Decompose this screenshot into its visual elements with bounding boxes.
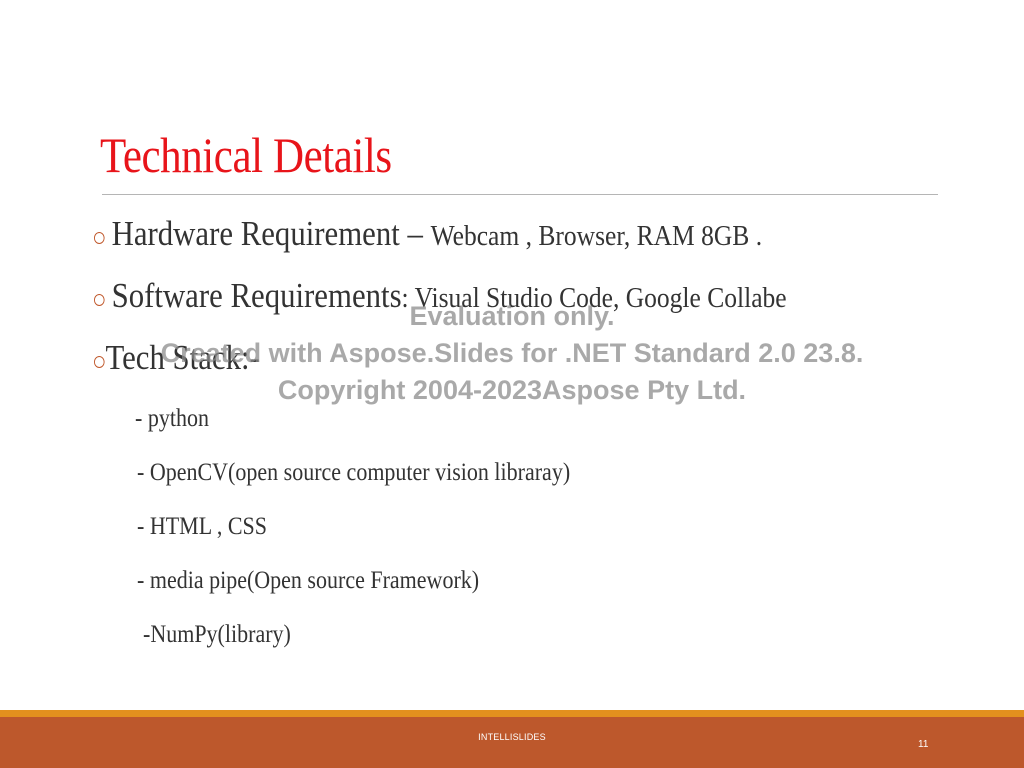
tech-stack-item: - HTML , CSS [137,513,267,540]
circle-bullet-icon [94,232,105,245]
footer-bar [0,717,1024,768]
footer-accent-stripe [0,710,1024,717]
tech-stack-item: - OpenCV(open source computer vision lib… [137,459,571,486]
tech-stack-item: -NumPy(library) [143,621,291,648]
tech-stack-item: - media pipe(Open source Framework) [137,567,480,594]
watermark-line: Created with Aspose.Slides for .NET Stan… [160,338,864,368]
bullet-detail: Webcam , Browser, RAM 8GB . [430,220,763,252]
footer-text: INTELLISLIDES [478,732,546,742]
watermark-line: Copyright 2004-2023Aspose Pty Ltd. [277,375,747,405]
title-divider [102,194,938,195]
watermark-line: Evaluation only. [409,301,615,331]
tech-stack-item: - python [135,405,209,432]
bullet-separator: – [399,214,431,253]
page-number: 11 [918,739,929,750]
slide-title: Technical Details [100,127,392,183]
slide: Technical Details Hardware Requirement –… [0,0,1024,768]
bullet-hardware: Hardware Requirement – Webcam , Browser,… [94,214,762,254]
bullet-heading: Hardware Requirement [111,214,400,253]
